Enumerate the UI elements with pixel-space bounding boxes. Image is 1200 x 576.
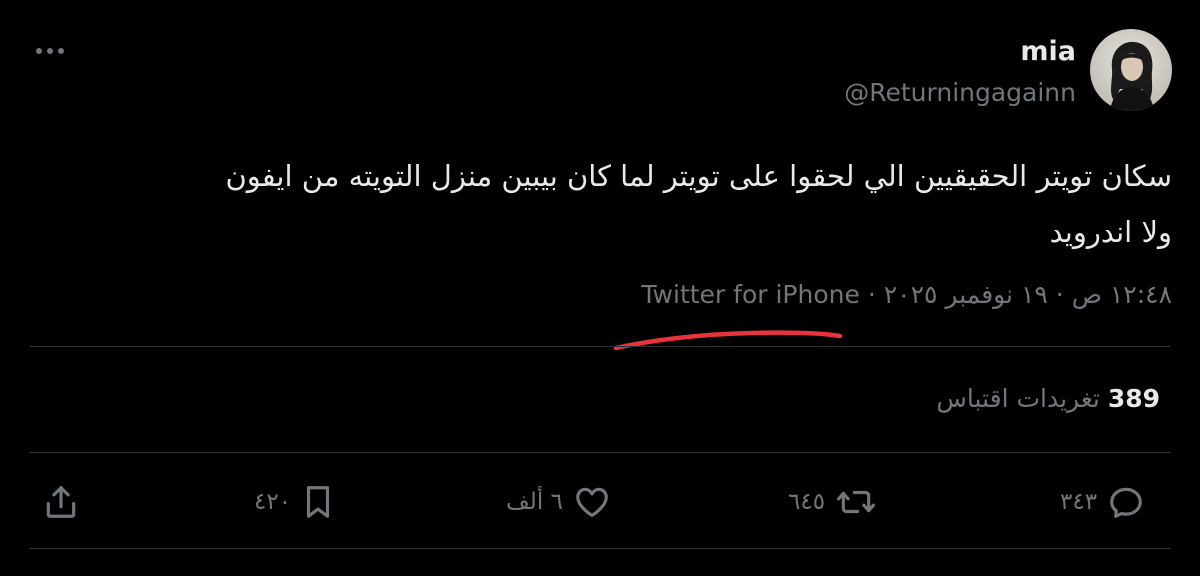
quote-label: تغريدات اقتباس [936,384,1100,413]
share-button[interactable] [42,480,80,524]
quote-tweets-link[interactable]: 389 تغريدات اقتباس [936,384,1160,413]
reply-icon [1110,487,1142,518]
tweet-time[interactable]: ١٢:٤٨ ص [1072,280,1172,309]
more-button[interactable] [30,36,70,66]
like-count: ٦ ألف [506,489,563,515]
tweet-text: سكان تويتر الحقيقيين الي لحقوا على تويتر… [225,159,1172,249]
tweet-date[interactable]: ١٩ نوفمبر ٢٠٢٥ [884,280,1048,309]
divider [30,452,1170,453]
reply-button[interactable]: ٣٤٣ [1060,480,1145,524]
author-handle[interactable]: @Returningagainn [844,78,1076,107]
retweet-count: ٦٤٥ [788,489,826,515]
divider [30,346,1170,347]
bookmark-icon [306,486,330,518]
like-icon [576,487,608,518]
annotation-underline [613,330,843,351]
author-name[interactable]: mia [1020,36,1076,67]
tweet-card: mia @Returningagainn سكان تويتر الحقيقيي… [0,0,1200,576]
tweet-meta: ١٢:٤٨ ص · ١٩ نوفمبر ٢٠٢٥ · Twitter for i… [641,280,1172,309]
like-button[interactable]: ٦ ألف [506,480,611,524]
retweet-button[interactable]: ٦٤٥ [788,480,877,524]
retweet-icon [837,490,876,514]
meta-separator: · [1055,280,1064,309]
quote-count: 389 [1107,384,1160,413]
tweet-source[interactable]: Twitter for iPhone [641,280,859,309]
reply-count: ٣٤٣ [1060,489,1098,515]
more-icon [36,48,64,54]
avatar[interactable] [1090,29,1172,111]
bookmark-button[interactable]: ٤٢٠ [254,480,335,524]
divider [30,548,1170,549]
share-icon [46,486,76,518]
meta-separator: · [867,280,876,309]
bookmark-count: ٤٢٠ [254,489,292,515]
